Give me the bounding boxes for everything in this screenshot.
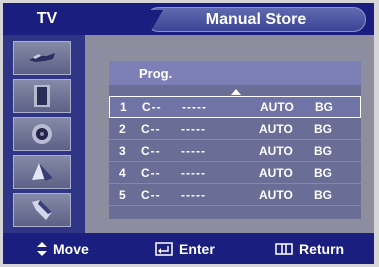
program-list: Prog. 1 C-- ----- AUTO BG 2 C-- ----- AUTO BG 3 C--…	[109, 61, 361, 240]
sidebar-item-channel[interactable]	[13, 155, 71, 189]
tuning-mode: AUTO	[259, 143, 293, 158]
antenna-icon	[29, 53, 55, 62]
sidebar-item-picture[interactable]	[13, 79, 71, 113]
program-number: 1	[120, 100, 127, 114]
sound-system: BG	[314, 187, 332, 202]
sound-system: BG	[314, 121, 332, 136]
program-row[interactable]: 1 C-- ----- AUTO BG	[109, 96, 361, 118]
sound-system: BG	[314, 143, 332, 158]
channel-value: C--	[142, 100, 162, 114]
channel-value: C--	[141, 165, 161, 180]
tuning-mode: AUTO	[259, 187, 293, 202]
enter-label: Enter	[179, 240, 215, 257]
scroll-up-arrow-icon[interactable]	[231, 89, 241, 95]
program-name: -----	[181, 121, 206, 136]
program-number: 2	[119, 121, 126, 136]
page-title-text: Manual Store	[205, 10, 307, 28]
tv-osd-screen: TV Manual Store Prog. 1 C-- ----- AUTO B…	[3, 3, 374, 264]
picture-icon	[34, 85, 50, 107]
sidebar-item-sound[interactable]	[13, 117, 71, 151]
program-name: -----	[182, 100, 207, 114]
tuning-mode: AUTO	[260, 100, 294, 114]
program-number: 4	[119, 165, 126, 180]
program-number: 3	[119, 143, 126, 158]
channel-value: C--	[141, 143, 161, 158]
sidebar-item-input[interactable]	[13, 41, 71, 75]
bottom-bar: Move Enter Return	[3, 233, 374, 264]
sidebar-item-setup[interactable]	[13, 193, 71, 227]
enter-icon	[155, 241, 173, 256]
program-row[interactable]: 4 C-- ----- AUTO BG	[109, 162, 361, 184]
program-name: -----	[181, 187, 206, 202]
sound-system: BG	[314, 165, 332, 180]
move-hint: Move	[37, 233, 89, 264]
program-name: -----	[181, 143, 206, 158]
tuning-mode: AUTO	[259, 165, 293, 180]
channel-icon	[32, 163, 53, 181]
tv-tab[interactable]: TV	[13, 7, 81, 31]
program-row[interactable]: 2 C-- ----- AUTO BG	[109, 118, 361, 140]
list-header: Prog.	[109, 61, 361, 85]
speaker-icon	[32, 124, 52, 144]
main-panel: Prog. 1 C-- ----- AUTO BG 2 C-- ----- AUTO BG 3 C--…	[85, 35, 374, 240]
program-number: 5	[119, 187, 126, 202]
return-label: Return	[299, 240, 345, 257]
program-rows: 1 C-- ----- AUTO BG 2 C-- ----- AUTO BG 3 C-- ----- A…	[109, 96, 361, 206]
up-down-arrow-icon	[37, 241, 47, 256]
channel-value: C--	[141, 187, 161, 202]
program-name: -----	[181, 165, 206, 180]
sidebar	[3, 35, 85, 233]
program-row[interactable]: 5 C-- ----- AUTO BG	[109, 184, 361, 206]
top-bar: TV Manual Store	[3, 3, 374, 35]
move-label: Move	[53, 240, 89, 257]
enter-hint: Enter	[155, 233, 215, 264]
setup-icon	[32, 200, 52, 220]
program-row[interactable]: 3 C-- ----- AUTO BG	[109, 140, 361, 162]
menu-return-icon	[275, 242, 293, 255]
channel-value: C--	[141, 121, 161, 136]
page-title: Manual Store	[146, 7, 366, 32]
return-hint: Return	[275, 233, 344, 264]
tuning-mode: AUTO	[259, 121, 293, 136]
sound-system: BG	[315, 100, 333, 114]
